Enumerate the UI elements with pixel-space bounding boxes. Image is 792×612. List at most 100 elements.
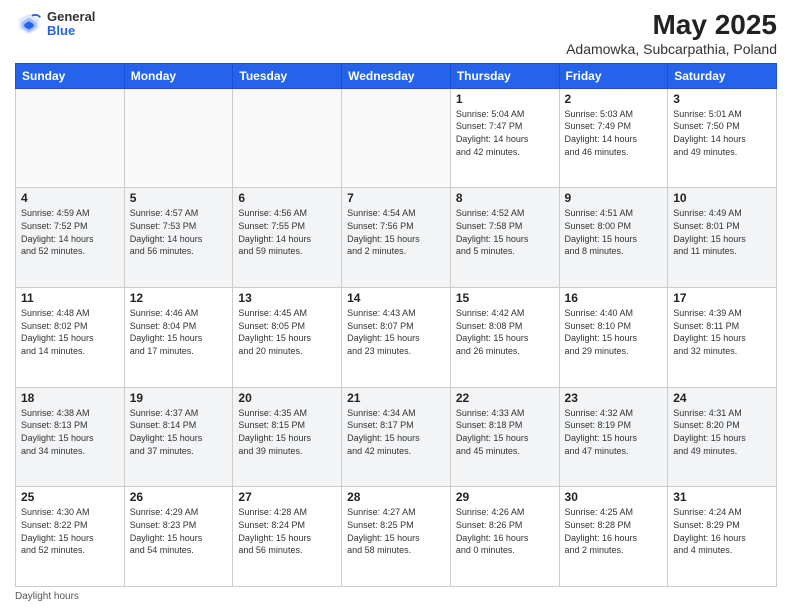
day-number: 6	[238, 191, 336, 205]
logo-icon	[15, 10, 43, 38]
day-info: Sunrise: 4:38 AM Sunset: 8:13 PM Dayligh…	[21, 407, 119, 457]
calendar-table: Sunday Monday Tuesday Wednesday Thursday…	[15, 63, 777, 587]
day-number: 22	[456, 391, 554, 405]
logo-general-text: General	[47, 10, 95, 24]
table-row: 1 Sunrise: 5:04 AM Sunset: 7:47 PM Daylig…	[450, 88, 559, 188]
table-row: 3Sunrise: 5:01 AM Sunset: 7:50 PM Daylig…	[668, 88, 777, 188]
table-row: 23 Sunrise: 4:32 AM Sunset: 8:19 PM Dayli…	[559, 387, 668, 487]
table-row	[342, 88, 451, 188]
day-info: Sunrise: 4:45 AM Sunset: 8:05 PM Dayligh…	[238, 307, 336, 357]
table-row: 21Sunrise: 4:34 AM Sunset: 8:17 PM Dayli…	[342, 387, 451, 487]
day-info: Sunrise: 4:24 AM Sunset: 8:29 PM Dayligh…	[673, 506, 771, 556]
day-info: Sunrise: 5:04 AM Sunset: 7:47 PM Dayligh…	[456, 108, 554, 158]
day-number: 23	[565, 391, 663, 405]
table-row: 30 Sunrise: 4:25 AM Sunset: 8:28 PM Dayli…	[559, 487, 668, 587]
day-info: Sunrise: 5:01 AM Sunset: 7:50 PM Dayligh…	[673, 108, 771, 158]
day-number: 4	[21, 191, 119, 205]
table-row: 7 Sunrise: 4:54 AM Sunset: 7:56 PM Daylig…	[342, 188, 451, 288]
table-row: 2 Sunrise: 5:03 AM Sunset: 7:49 PM Daylig…	[559, 88, 668, 188]
day-info: Sunrise: 4:32 AM Sunset: 8:19 PM Dayligh…	[565, 407, 663, 457]
day-number: 12	[130, 291, 228, 305]
table-row: 18Sunrise: 4:38 AM Sunset: 8:13 PM Dayli…	[16, 387, 125, 487]
table-row	[16, 88, 125, 188]
day-number: 13	[238, 291, 336, 305]
day-info: Sunrise: 4:59 AM Sunset: 7:52 PM Dayligh…	[21, 207, 119, 257]
table-row: 26Sunrise: 4:29 AM Sunset: 8:23 PM Dayli…	[124, 487, 233, 587]
day-info: Sunrise: 4:40 AM Sunset: 8:10 PM Dayligh…	[565, 307, 663, 357]
day-info: Sunrise: 4:48 AM Sunset: 8:02 PM Dayligh…	[21, 307, 119, 357]
table-row: 5 Sunrise: 4:57 AM Sunset: 7:53 PM Daylig…	[124, 188, 233, 288]
table-row: 29Sunrise: 4:26 AM Sunset: 8:26 PM Dayli…	[450, 487, 559, 587]
logo: General Blue	[15, 10, 95, 39]
day-info: Sunrise: 4:46 AM Sunset: 8:04 PM Dayligh…	[130, 307, 228, 357]
day-info: Sunrise: 4:25 AM Sunset: 8:28 PM Dayligh…	[565, 506, 663, 556]
calendar-week-row: 1 Sunrise: 5:04 AM Sunset: 7:47 PM Daylig…	[16, 88, 777, 188]
table-row: 13 Sunrise: 4:45 AM Sunset: 8:05 PM Dayli…	[233, 288, 342, 388]
day-info: Sunrise: 4:43 AM Sunset: 8:07 PM Dayligh…	[347, 307, 445, 357]
day-info: Sunrise: 4:56 AM Sunset: 7:55 PM Dayligh…	[238, 207, 336, 257]
table-row	[233, 88, 342, 188]
table-row: 15Sunrise: 4:42 AM Sunset: 8:08 PM Dayli…	[450, 288, 559, 388]
table-row: 25 Sunrise: 4:30 AM Sunset: 8:22 PM Dayli…	[16, 487, 125, 587]
table-row: 14Sunrise: 4:43 AM Sunset: 8:07 PM Dayli…	[342, 288, 451, 388]
calendar-week-row: 4 Sunrise: 4:59 AM Sunset: 7:52 PM Daylig…	[16, 188, 777, 288]
day-number: 28	[347, 490, 445, 504]
col-friday: Friday	[559, 63, 668, 88]
day-number: 25	[21, 490, 119, 504]
day-number: 8	[456, 191, 554, 205]
table-row: 19 Sunrise: 4:37 AM Sunset: 8:14 PM Dayli…	[124, 387, 233, 487]
table-row	[124, 88, 233, 188]
day-info: Sunrise: 4:49 AM Sunset: 8:01 PM Dayligh…	[673, 207, 771, 257]
calendar-subtitle: Adamowka, Subcarpathia, Poland	[566, 41, 777, 57]
page: General Blue May 2025 Adamowka, Subcarpa…	[0, 0, 792, 612]
day-info: Sunrise: 4:54 AM Sunset: 7:56 PM Dayligh…	[347, 207, 445, 257]
table-row: 22 Sunrise: 4:33 AM Sunset: 8:18 PM Dayli…	[450, 387, 559, 487]
logo-text: General Blue	[47, 10, 95, 39]
table-row: 4 Sunrise: 4:59 AM Sunset: 7:52 PM Daylig…	[16, 188, 125, 288]
day-number: 19	[130, 391, 228, 405]
col-thursday: Thursday	[450, 63, 559, 88]
calendar-header-row: Sunday Monday Tuesday Wednesday Thursday…	[16, 63, 777, 88]
day-info: Sunrise: 4:57 AM Sunset: 7:53 PM Dayligh…	[130, 207, 228, 257]
day-info: Sunrise: 4:26 AM Sunset: 8:26 PM Dayligh…	[456, 506, 554, 556]
table-row: 27 Sunrise: 4:28 AM Sunset: 8:24 PM Dayli…	[233, 487, 342, 587]
day-number: 27	[238, 490, 336, 504]
day-info: Sunrise: 4:52 AM Sunset: 7:58 PM Dayligh…	[456, 207, 554, 257]
day-number: 30	[565, 490, 663, 504]
day-number: 16	[565, 291, 663, 305]
table-row: 8 Sunrise: 4:52 AM Sunset: 7:58 PM Daylig…	[450, 188, 559, 288]
day-info: Sunrise: 5:03 AM Sunset: 7:49 PM Dayligh…	[565, 108, 663, 158]
table-row: 6 Sunrise: 4:56 AM Sunset: 7:55 PM Daylig…	[233, 188, 342, 288]
day-number: 10	[673, 191, 771, 205]
table-row: 28Sunrise: 4:27 AM Sunset: 8:25 PM Dayli…	[342, 487, 451, 587]
day-info: Sunrise: 4:30 AM Sunset: 8:22 PM Dayligh…	[21, 506, 119, 556]
col-sunday: Sunday	[16, 63, 125, 88]
calendar-week-row: 11Sunrise: 4:48 AM Sunset: 8:02 PM Dayli…	[16, 288, 777, 388]
daylight-label: Daylight hours	[15, 591, 79, 602]
day-info: Sunrise: 4:51 AM Sunset: 8:00 PM Dayligh…	[565, 207, 663, 257]
day-info: Sunrise: 4:28 AM Sunset: 8:24 PM Dayligh…	[238, 506, 336, 556]
day-number: 2	[565, 92, 663, 106]
day-info: Sunrise: 4:33 AM Sunset: 8:18 PM Dayligh…	[456, 407, 554, 457]
day-number: 20	[238, 391, 336, 405]
table-row: 16 Sunrise: 4:40 AM Sunset: 8:10 PM Dayli…	[559, 288, 668, 388]
header: General Blue May 2025 Adamowka, Subcarpa…	[15, 10, 777, 57]
table-row: 12 Sunrise: 4:46 AM Sunset: 8:04 PM Dayli…	[124, 288, 233, 388]
day-info: Sunrise: 4:29 AM Sunset: 8:23 PM Dayligh…	[130, 506, 228, 556]
day-info: Sunrise: 4:37 AM Sunset: 8:14 PM Dayligh…	[130, 407, 228, 457]
day-info: Sunrise: 4:34 AM Sunset: 8:17 PM Dayligh…	[347, 407, 445, 457]
day-info: Sunrise: 4:31 AM Sunset: 8:20 PM Dayligh…	[673, 407, 771, 457]
day-info: Sunrise: 4:42 AM Sunset: 8:08 PM Dayligh…	[456, 307, 554, 357]
day-number: 5	[130, 191, 228, 205]
footer: Daylight hours	[15, 591, 777, 602]
day-number: 1	[456, 92, 554, 106]
day-number: 31	[673, 490, 771, 504]
day-number: 17	[673, 291, 771, 305]
day-number: 7	[347, 191, 445, 205]
calendar-title: May 2025	[566, 10, 777, 41]
col-tuesday: Tuesday	[233, 63, 342, 88]
day-info: Sunrise: 4:39 AM Sunset: 8:11 PM Dayligh…	[673, 307, 771, 357]
day-number: 9	[565, 191, 663, 205]
table-row: 9 Sunrise: 4:51 AM Sunset: 8:00 PM Daylig…	[559, 188, 668, 288]
table-row: 31 Sunrise: 4:24 AM Sunset: 8:29 PM Dayli…	[668, 487, 777, 587]
